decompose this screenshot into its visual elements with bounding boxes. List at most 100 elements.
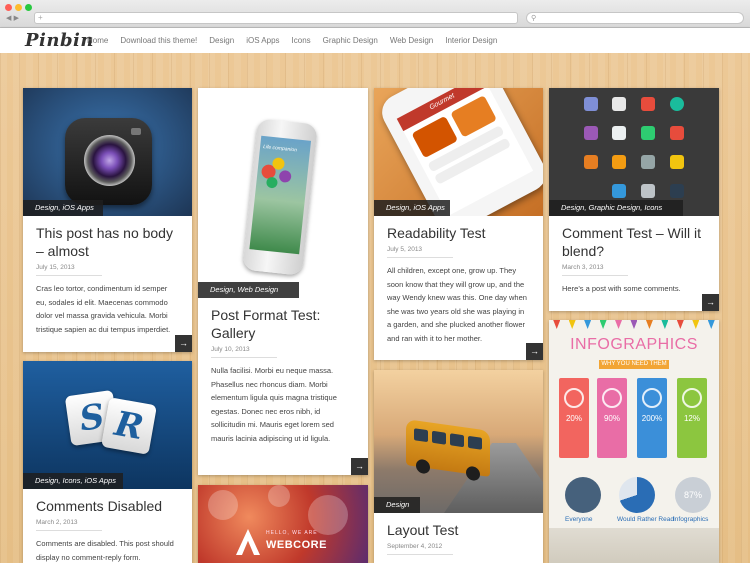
post-thumbnail[interactable]: Gourmet Design, iOS Apps — [374, 88, 543, 216]
post-card[interactable]: HELLO, WE ARE WEBCORE — [198, 485, 368, 563]
nav-web-design[interactable]: Web Design — [390, 36, 433, 45]
post-categories[interactable]: Design, Icons, iOS Apps — [23, 473, 123, 489]
nav-ios-apps[interactable]: iOS Apps — [246, 36, 279, 45]
person-icon — [565, 477, 601, 513]
post-date-text: July 15, 2013 — [36, 264, 102, 276]
post-date-text: September 4, 2012 — [387, 543, 453, 555]
post-categories[interactable]: Design, Web Design — [198, 282, 299, 298]
post-date: September 4, 2012 — [374, 539, 543, 555]
close-window-icon[interactable] — [5, 4, 12, 11]
post-thumbnail[interactable]: Design — [374, 370, 543, 513]
camera-lens — [84, 135, 135, 186]
read-more-arrow-icon[interactable]: → — [351, 458, 368, 475]
stat-value: 90% — [603, 414, 620, 423]
percentage-circle: 87% — [675, 477, 711, 513]
cube-r-letter: R — [101, 397, 157, 455]
post-thumbnail[interactable]: Design, Graphic Design, Icons — [549, 88, 719, 216]
site-logo[interactable]: Pinbin — [25, 30, 94, 51]
post-title[interactable]: This post has no body – almost — [23, 216, 192, 260]
address-bar[interactable]: + — [34, 12, 518, 24]
nav-interior-design[interactable]: Interior Design — [445, 36, 497, 45]
camera-app-icon — [65, 118, 152, 205]
read-more-arrow-icon[interactable]: → — [175, 335, 192, 352]
read-more-arrow-icon[interactable]: → — [526, 343, 543, 360]
read-more-arrow-icon[interactable]: → — [702, 294, 719, 311]
bokeh-light — [308, 495, 348, 535]
post-date-text: March 2, 2013 — [36, 519, 102, 531]
camera-flash — [131, 128, 141, 135]
post-excerpt: Here’s a post with some comments. — [562, 284, 681, 293]
post-date: July 5, 2013 — [374, 242, 543, 258]
back-forward-icon[interactable]: ◀ ▶ — [6, 14, 19, 22]
post-title[interactable]: Comments Disabled — [23, 489, 192, 515]
calendar-icon — [612, 126, 626, 140]
dice-icon — [670, 126, 684, 140]
stat-value: 12% — [683, 414, 700, 423]
post-card[interactable]: Gourmet Design, iOS Apps Readability Tes… — [374, 88, 543, 360]
stat-column: 200% — [637, 378, 667, 458]
post-categories[interactable]: Design — [374, 497, 420, 513]
mail-icon — [612, 97, 626, 111]
tag-icon — [641, 126, 655, 140]
post-title[interactable]: Comment Test – Will it blend? — [549, 216, 719, 260]
stat-column: 12% — [677, 378, 707, 458]
maximize-window-icon[interactable] — [25, 4, 32, 11]
nav-download-theme[interactable]: Download this theme! — [120, 36, 197, 45]
bus-image — [406, 419, 490, 482]
infographic-label: Infographics — [673, 516, 709, 523]
post-excerpt: Cras leo tortor, condimentum id semper e… — [36, 284, 171, 334]
browser-chrome: ◀ ▶ + ⚲ — [0, 0, 750, 28]
post-card[interactable]: S R Design, Icons, iOS Apps Comments Dis… — [23, 361, 192, 563]
post-categories[interactable]: Design, iOS Apps — [23, 200, 103, 216]
briefcase-icon — [584, 155, 598, 169]
infographic-footer — [549, 528, 719, 563]
post-card[interactable]: Design, iOS Apps This post has no body –… — [23, 88, 192, 352]
smartphone-image: Life companion — [242, 118, 318, 276]
post-card[interactable]: Life companion Design, Web Design Post F… — [198, 88, 368, 475]
post-title[interactable]: Readability Test — [374, 216, 543, 242]
post-title[interactable]: Post Format Test: Gallery — [198, 298, 368, 342]
post-card[interactable]: Design Layout Test September 4, 2012 — [374, 370, 543, 563]
stat-value: 20% — [565, 414, 582, 423]
post-card[interactable]: INFOGRAPHICS WHY YOU NEED THEM 20% 90% 2… — [549, 320, 719, 563]
post-thumbnail[interactable]: Life companion Design, Web Design — [198, 88, 368, 298]
post-card[interactable]: Design, Graphic Design, Icons Comment Te… — [549, 88, 719, 311]
browser-search-input[interactable]: ⚲ — [526, 12, 744, 24]
post-thumbnail[interactable]: S R Design, Icons, iOS Apps — [23, 361, 192, 489]
balloon — [271, 157, 286, 171]
photo-icon — [612, 184, 626, 198]
bus-window — [414, 428, 428, 443]
nav-home[interactable]: Home — [87, 36, 108, 45]
webcore-title: WEBCORE — [266, 539, 327, 551]
post-date: July 10, 2013 — [198, 342, 368, 358]
site-header: Pinbin Home Download this theme! Design … — [0, 28, 750, 53]
balloon — [278, 169, 292, 184]
nav-design[interactable]: Design — [209, 36, 234, 45]
clock-icon — [670, 97, 684, 111]
nav-icons[interactable]: Icons — [292, 36, 311, 45]
post-date-text: July 10, 2013 — [211, 346, 277, 358]
post-categories[interactable]: Design, iOS Apps — [374, 200, 450, 216]
coffee-icon — [641, 155, 655, 169]
post-date-text: July 5, 2013 — [387, 246, 453, 258]
post-categories[interactable]: Design, Graphic Design, Icons — [549, 200, 683, 216]
stat-icon — [682, 388, 702, 408]
infographic-label: Everyone — [565, 516, 593, 523]
bus-window — [468, 435, 482, 450]
keyboard-icon — [641, 184, 655, 198]
stat-column: 90% — [597, 378, 627, 458]
minimize-window-icon[interactable] — [15, 4, 22, 11]
post-thumbnail[interactable]: Design, iOS Apps — [23, 88, 192, 216]
document-icon — [584, 126, 598, 140]
chat-icon — [641, 97, 655, 111]
phone-screen: Life companion — [249, 135, 312, 255]
post-thumbnail[interactable]: HELLO, WE ARE WEBCORE — [198, 485, 368, 563]
bus-window — [450, 433, 464, 448]
stat-icon — [564, 388, 584, 408]
nav-graphic-design[interactable]: Graphic Design — [323, 36, 378, 45]
post-title[interactable]: Layout Test — [374, 513, 543, 539]
stat-column: 20% — [559, 378, 589, 458]
post-excerpt: Comments are disabled. This post should … — [36, 539, 174, 562]
infographic-subtitle: WHY YOU NEED THEM — [599, 360, 669, 369]
bokeh-light — [208, 490, 238, 520]
